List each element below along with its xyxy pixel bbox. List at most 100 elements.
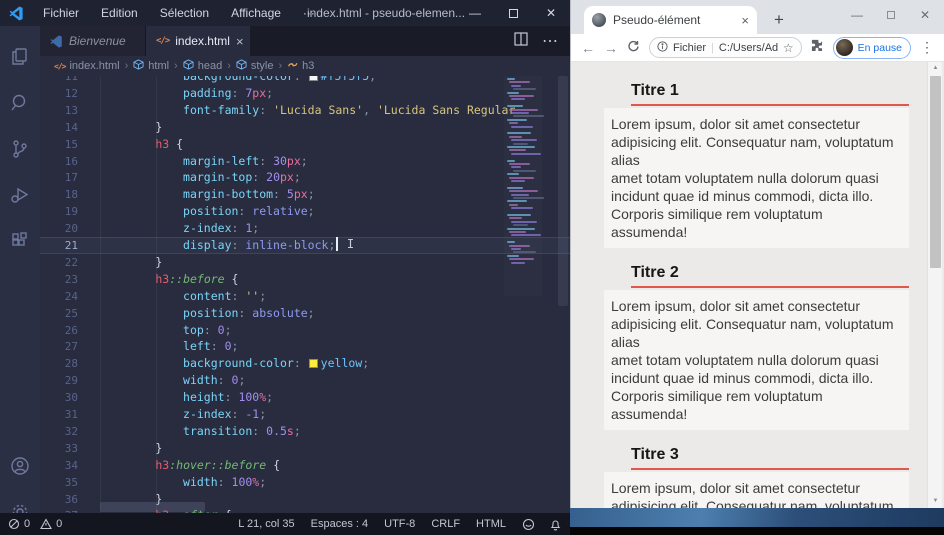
browser-menu-kebab-icon[interactable]: ⋮: [920, 39, 934, 56]
breadcrumb: </> index.html › html › head › style › h3: [40, 56, 540, 76]
status-item[interactable]: CRLF: [431, 518, 460, 530]
code-line[interactable]: 32 transition: 0.5s;: [40, 423, 570, 440]
tab-label: Bienvenue: [69, 34, 126, 48]
breadcrumb-item[interactable]: </> index.html: [54, 60, 120, 72]
code-line[interactable]: 30 height: 100%;: [40, 389, 570, 406]
back-icon[interactable]: ←: [581, 41, 595, 55]
breadcrumb-label: index.html: [69, 60, 120, 72]
code-line[interactable]: 16 margin-left: 30px;: [40, 153, 570, 170]
feedback-icon[interactable]: [522, 518, 535, 531]
search-icon[interactable]: [0, 80, 40, 126]
menu-item[interactable]: Sélection: [151, 0, 218, 26]
breadcrumb-label: style: [250, 60, 274, 72]
address-prefix: Fichier: [673, 41, 707, 54]
code-line[interactable]: 11 background-color: #f5f5f5;: [40, 76, 570, 85]
warnings-count[interactable]: 0: [56, 518, 62, 530]
browser-tab[interactable]: Pseudo-élément ×: [584, 6, 757, 34]
code-line[interactable]: 22}: [40, 254, 570, 271]
code-line[interactable]: 24 content: '';: [40, 288, 570, 305]
code-line[interactable]: 29 width: 0;: [40, 372, 570, 389]
code-line[interactable]: 34 h3:hover::before {: [40, 457, 570, 474]
editor-vertical-scrollbar[interactable]: [558, 76, 568, 306]
code-line[interactable]: 25 position: absolute;: [40, 305, 570, 322]
browser-close-button[interactable]: ✕: [908, 0, 942, 30]
scroll-down-icon[interactable]: ▼: [928, 495, 943, 508]
tab-bienvenue[interactable]: Bienvenue: [40, 26, 146, 56]
browser-maximize-button[interactable]: [874, 0, 908, 30]
section-title: Titre 2: [631, 264, 909, 288]
tab-index-html[interactable]: </> index.html ×: [146, 26, 250, 56]
html-file-icon: </>: [156, 36, 170, 46]
errors-icon[interactable]: [8, 518, 20, 530]
status-item[interactable]: HTML: [476, 518, 506, 530]
code-line[interactable]: 14}: [40, 119, 570, 136]
browser-tab-close-icon[interactable]: ×: [741, 13, 749, 28]
forward-icon[interactable]: →: [604, 41, 618, 55]
site-info-icon[interactable]: [657, 40, 668, 55]
extensions-icon[interactable]: [0, 218, 40, 264]
status-item[interactable]: L 21, col 35: [238, 518, 294, 530]
code-editor[interactable]: 11 background-color: #f5f5f5; 12 padding: 7…: [40, 76, 570, 513]
account-icon[interactable]: [0, 443, 40, 489]
warnings-icon[interactable]: [40, 518, 53, 530]
code-line[interactable]: 17 margin-top: 20px;: [40, 169, 570, 186]
browser-minimize-button[interactable]: —: [840, 0, 874, 30]
code-line[interactable]: 23 h3::before {: [40, 271, 570, 288]
editor-horizontal-scrollbar[interactable]: [100, 502, 205, 512]
breadcrumb-item[interactable]: h3: [287, 59, 314, 73]
browser-scrollbar[interactable]: ▲ ▼: [927, 62, 942, 508]
status-right-items: L 21, col 35 Espaces : 4 UTF-8 CRLF HTML: [238, 518, 506, 530]
code-line[interactable]: 15 h3 {: [40, 136, 570, 153]
activity-bar: [0, 26, 40, 535]
address-separator: |: [711, 41, 714, 54]
code-line[interactable]: 27 left: 0;: [40, 338, 570, 355]
menu-item[interactable]: Fichier: [34, 0, 88, 26]
scrollbar-thumb[interactable]: [930, 76, 941, 268]
profile-pill[interactable]: En pause: [832, 36, 911, 59]
maximize-button[interactable]: [494, 0, 532, 26]
code-line[interactable]: 33}: [40, 440, 570, 457]
address-path: C:/Users/Ad...: [718, 41, 778, 54]
bookmark-star-icon[interactable]: ☆: [783, 41, 794, 55]
code-line[interactable]: 12 padding: 7px;: [40, 85, 570, 102]
code-line[interactable]: 20 z-index: 1;: [40, 220, 570, 237]
favicon: [592, 13, 606, 27]
run-debug-icon[interactable]: [0, 172, 40, 218]
new-tab-button[interactable]: +: [767, 8, 791, 32]
reload-icon[interactable]: [627, 40, 640, 55]
code-line[interactable]: 18 margin-bottom: 5px;: [40, 186, 570, 203]
code-line[interactable]: 28 background-color: yellow;: [40, 355, 570, 372]
breadcrumb-item[interactable]: style: [236, 59, 274, 73]
scroll-up-icon[interactable]: ▲: [928, 62, 943, 75]
breadcrumb-item[interactable]: head: [183, 59, 222, 73]
minimize-button[interactable]: —: [456, 0, 494, 26]
code-line[interactable]: 35 width: 100%;: [40, 474, 570, 491]
explorer-icon[interactable]: [0, 34, 40, 80]
address-bar[interactable]: Fichier | C:/Users/Ad... ☆: [649, 37, 802, 58]
extensions-puzzle-icon[interactable]: [811, 39, 824, 57]
more-actions-icon[interactable]: ⋯: [542, 31, 558, 51]
section-title: Titre 3: [631, 446, 909, 470]
menu-item[interactable]: Edition: [92, 0, 147, 26]
status-item[interactable]: UTF-8: [384, 518, 415, 530]
code-line[interactable]: 26 top: 0;: [40, 322, 570, 339]
text-cursor: [336, 237, 338, 251]
breadcrumb-item[interactable]: html: [133, 59, 169, 73]
split-editor-icon[interactable]: [514, 31, 528, 51]
code-line[interactable]: 31 z-index: -1;: [40, 406, 570, 423]
menubar: Fichier Edition Sélection Affichage ···: [34, 0, 324, 26]
code-line[interactable]: 21 display: inline-block;: [40, 237, 570, 254]
vscode-titlebar: Fichier Edition Sélection Affichage ··· inde…: [0, 0, 570, 26]
tab-close-icon[interactable]: ×: [236, 34, 244, 49]
source-control-icon[interactable]: [0, 126, 40, 172]
sync-paused-label: En pause: [857, 41, 902, 54]
close-button[interactable]: ✕: [532, 0, 570, 26]
minimap[interactable]: [504, 76, 544, 296]
cube-icon: [236, 59, 247, 73]
menu-item[interactable]: Affichage: [222, 0, 290, 26]
notifications-bell-icon[interactable]: [549, 518, 562, 531]
status-item[interactable]: Espaces : 4: [311, 518, 368, 530]
code-line[interactable]: 13 font-family: 'Lucida Sans', 'Lucida Sa…: [40, 102, 570, 119]
code-line[interactable]: 19 position: relative;: [40, 203, 570, 220]
errors-count[interactable]: 0: [24, 518, 30, 530]
